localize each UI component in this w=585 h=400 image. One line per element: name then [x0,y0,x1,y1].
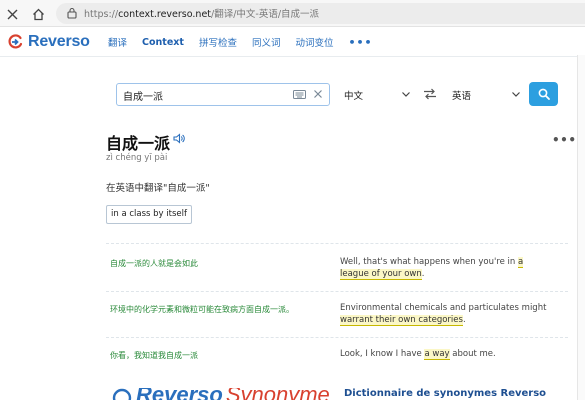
nav-translate[interactable]: 翻译 [108,35,127,49]
target-text: Look, I know I have [340,349,425,359]
divider [106,337,568,338]
search-button[interactable] [529,82,558,106]
site-info-icon[interactable] [66,7,78,19]
example-row: 你看，我知道我自成一派 Look, I know I have a way ab… [106,348,568,366]
translation-heading: 在英语中翻译"自成一派" [106,183,210,194]
nav-context[interactable]: Context [142,37,184,48]
target-highlight: warrant their own categories [340,315,463,326]
url-path: /翻译/中文-英语/自成一派 [211,9,320,20]
target-text: Environmental chemicals and particulates… [340,303,547,313]
search-icon [538,88,550,100]
target-text: Well, that's what happens when you're in [340,257,519,267]
source-language-label: 中文 [344,90,364,102]
source-text: 。 [286,305,294,314]
chevron-down-icon [402,92,410,97]
home-icon [32,8,44,20]
example-target[interactable]: Environmental chemicals and particulates… [340,302,550,326]
target-language-label: 英语 [452,90,472,102]
speaker-icon[interactable] [173,133,185,144]
example-source[interactable]: 你看，我知道我自成一派 [110,350,198,361]
synonyms-banner-title[interactable]: Dictionnaire de synonymes Reverso [344,388,546,399]
source-highlight: 自成一派 [254,305,286,314]
clear-icon[interactable] [313,89,323,99]
source-highlight: 自成一派 [166,351,198,360]
reverso-synonyme-logo[interactable]: Reverso Synonyme [112,388,330,400]
logo-part-reverso: Reverso [136,388,223,400]
source-text: 你看，我知道我 [110,351,166,360]
chevron-down-icon [512,92,520,97]
example-target[interactable]: Well, that's what happens when you're in… [340,256,550,280]
search-field [116,83,330,106]
close-icon [7,9,17,19]
example-source[interactable]: 环境中的化学元素和微粒可能在致病方面自成一派。 [110,304,294,315]
logo-part-synonyme: Synonyme [226,388,330,400]
example-row: 自成一派的人就是会如此 Well, that's what happens wh… [106,256,568,286]
nav-synonyms[interactable]: 同义词 [252,35,281,49]
home-button[interactable] [27,3,49,25]
example-row: 环境中的化学元素和微粒可能在致病方面自成一派。 Environmental ch… [106,302,568,332]
reverso-logo[interactable]: Reverso [8,33,90,51]
url-text: https://context.reverso.net/翻译/中文-英语/自成一… [84,6,319,20]
source-text: 环境中的化学元素和微粒可能在致病方面 [110,305,254,314]
divider [106,291,568,292]
page-scrollbar[interactable] [577,55,585,400]
pinyin: zì chéng yī pài [106,153,168,163]
browser-toolbar: https://context.reverso.net/翻译/中文-英语/自成一… [0,0,585,27]
translation-chip[interactable]: in a class by itself [106,205,192,224]
url-host: context.reverso.net [118,9,212,20]
keyboard-icon[interactable] [293,90,306,99]
target-text: . [462,315,466,325]
target-highlight: a way [424,349,450,360]
logo-text: Reverso [28,33,90,50]
source-text: 的人就是会如此 [142,259,198,268]
entry-more-button[interactable]: ••• [552,133,577,147]
nav-spell-check[interactable]: 拼写检查 [199,35,237,49]
divider [106,243,568,244]
reverso-logo-icon [8,34,23,49]
target-text: about me. [449,349,496,359]
address-bar[interactable]: https://context.reverso.net/翻译/中文-英语/自成一… [56,3,585,24]
close-tab-button[interactable] [1,3,23,25]
nav-more-button[interactable]: ••• [348,36,372,49]
target-language-select[interactable]: 英语 [452,83,522,106]
target-text: . [421,269,425,279]
nav-conjugation[interactable]: 动词变位 [295,35,333,49]
search-input[interactable] [123,87,283,103]
reverso-logo-icon [112,388,132,400]
example-target[interactable]: Look, I know I have a way about me. [340,348,550,360]
source-highlight: 自成一派 [110,259,142,268]
main-nav: 翻译 Context 拼写检查 同义词 动词变位 ••• [108,27,373,57]
headword: 自成一派 [106,134,171,153]
example-source[interactable]: 自成一派的人就是会如此 [110,258,198,269]
url-scheme: https:// [84,9,119,20]
app-navbar: Reverso 翻译 Context 拼写检查 同义词 动词变位 ••• [0,27,585,57]
source-language-select[interactable]: 中文 [344,83,414,106]
swap-languages-icon[interactable] [423,88,437,100]
